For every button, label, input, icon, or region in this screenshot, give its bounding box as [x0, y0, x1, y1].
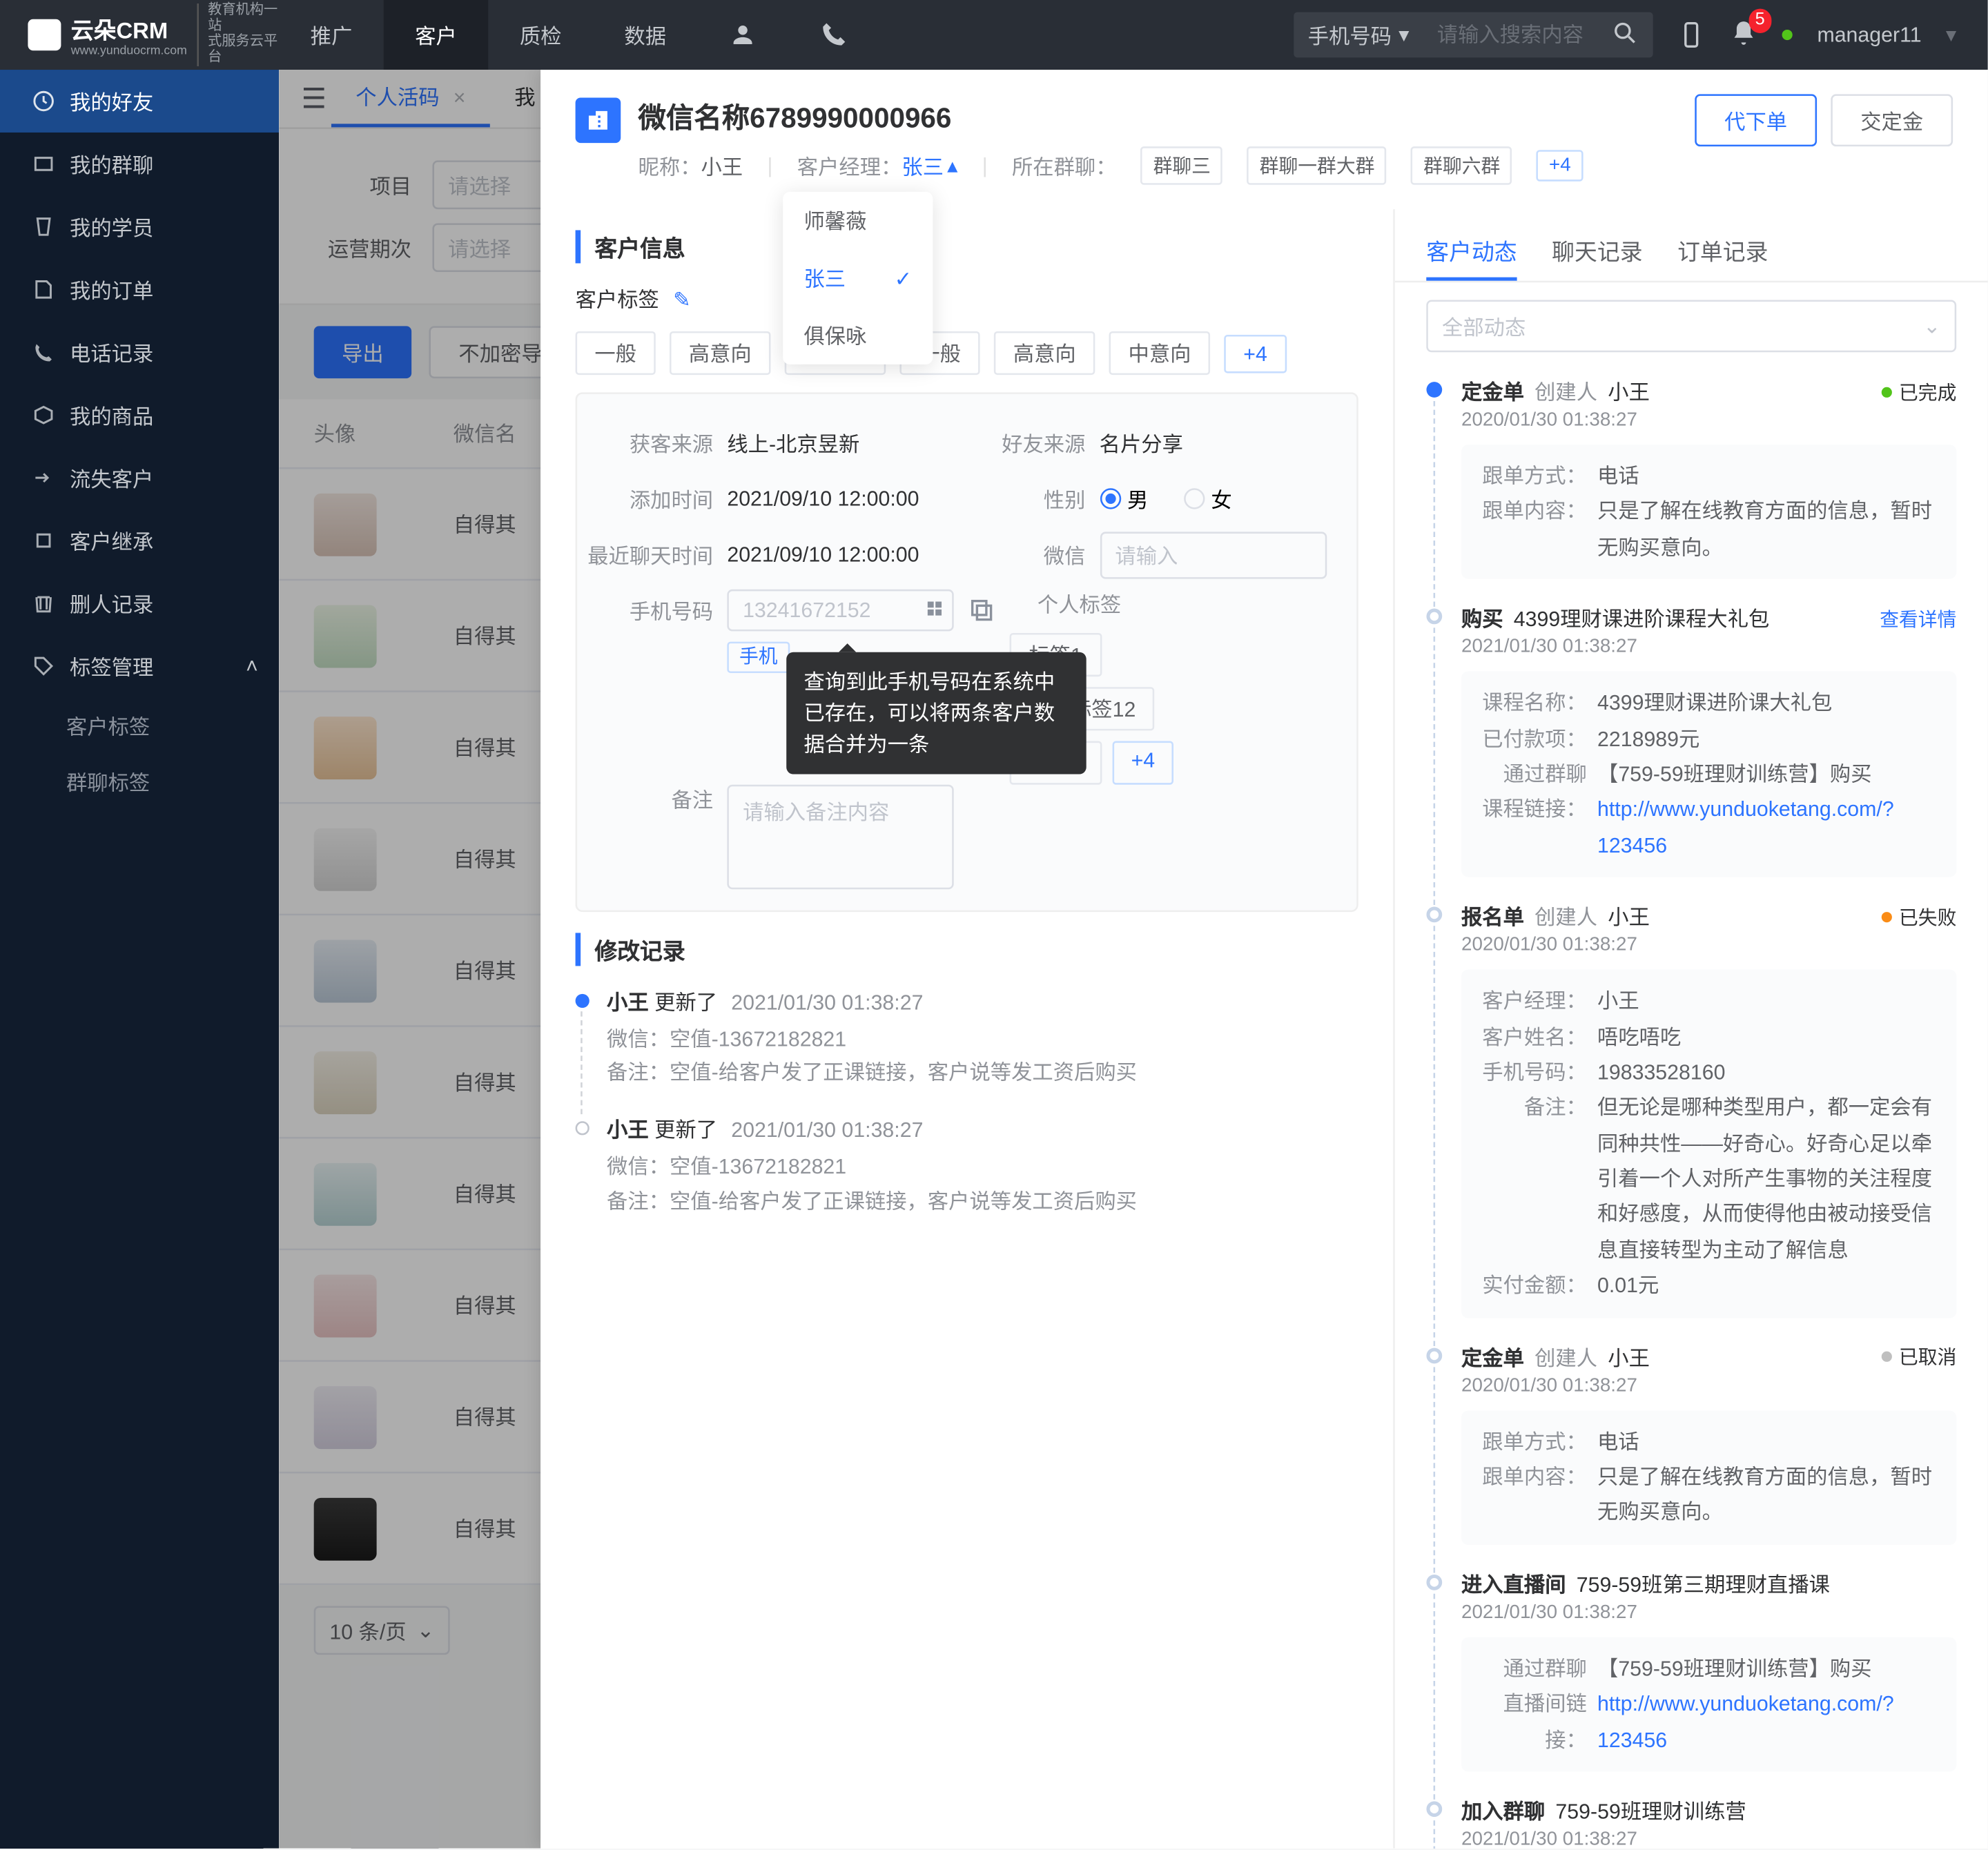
- activity-card: 通过群聊【759-59班理财训练营】购买直播间链接：http://www.yun…: [1461, 1637, 1956, 1771]
- side-products[interactable]: 我的商品: [0, 384, 279, 447]
- section-edit-log: 修改记录: [576, 933, 1358, 966]
- nav-user-icon[interactable]: [698, 0, 788, 70]
- timeline-item: 定金单 创建人小王已完成2020/01/30 01:38:27跟单方式：电话跟单…: [1426, 377, 1956, 579]
- side-orders[interactable]: 我的订单: [0, 258, 279, 321]
- wechat-input[interactable]: 请输入: [1100, 531, 1326, 578]
- gender-female[interactable]: 女: [1183, 484, 1232, 514]
- user-name[interactable]: manager11: [1817, 23, 1921, 47]
- timeline-item: 进入直播间 759-59班第三期理财直播课2021/01/30 01:38:27…: [1426, 1569, 1956, 1771]
- manager-dropdown: 师馨薇 张三✓ 俱保咏: [783, 192, 933, 364]
- rtab-activity[interactable]: 客户动态: [1426, 223, 1517, 280]
- group-tag-more[interactable]: +4: [1537, 150, 1583, 181]
- notification-bell[interactable]: 5: [1730, 19, 1757, 52]
- search-button[interactable]: [1597, 19, 1653, 52]
- customer-tag[interactable]: 高意向: [670, 331, 771, 375]
- side-students[interactable]: 我的学员: [0, 195, 279, 258]
- link[interactable]: http://www.yunduoketang.com/?123456: [1597, 1692, 1894, 1752]
- device-icon[interactable]: [1677, 21, 1705, 48]
- side-inherit[interactable]: 客户继承: [0, 509, 279, 572]
- activity-card: 客户经理：小王客户姓名：唔吃唔吃手机号码：19833528160备注：但无论是哪…: [1461, 970, 1956, 1318]
- manager-dropdown-trigger[interactable]: 张三 ▴: [902, 150, 957, 180]
- nav-promo[interactable]: 推广: [279, 0, 384, 70]
- rtab-orders[interactable]: 订单记录: [1677, 223, 1768, 280]
- phone-input[interactable]: 13241672152: [727, 590, 953, 632]
- side-calls[interactable]: 电话记录: [0, 321, 279, 384]
- activity-card: 跟单方式：电话跟单内容：只是了解在线教育方面的信息，暂时无购买意向。: [1461, 1410, 1956, 1545]
- edit-log-item: 小王 更新了2021/01/30 01:38:27微信：空值-136721828…: [576, 1115, 1358, 1218]
- nav-phone-icon[interactable]: [788, 0, 879, 70]
- customer-tags-label: 客户标签: [576, 284, 659, 314]
- side-friends[interactable]: 我的好友: [0, 70, 279, 133]
- group-tag[interactable]: 群聊三: [1141, 146, 1223, 185]
- side-group-tags[interactable]: 群聊标签: [0, 753, 279, 809]
- side-delete-log[interactable]: 删人记录: [0, 572, 279, 635]
- edit-tags-icon[interactable]: ✎: [673, 287, 690, 311]
- search-type-select[interactable]: 手机号码▾: [1294, 20, 1423, 50]
- brand-name: 云朵CRM: [71, 12, 187, 46]
- timeline-item: 定金单 创建人小王已取消2020/01/30 01:38:27跟单方式：电话跟单…: [1426, 1342, 1956, 1544]
- side-lost[interactable]: 流失客户: [0, 447, 279, 509]
- group-tag[interactable]: 群聊一群大群: [1247, 146, 1387, 185]
- manager-option[interactable]: 张三✓: [783, 249, 933, 306]
- nav-customer[interactable]: 客户: [384, 0, 489, 70]
- status-dot: [1782, 30, 1793, 40]
- edit-log-item: 小王 更新了2021/01/30 01:38:27微信：空值-136721828…: [576, 987, 1358, 1091]
- user-caret-icon[interactable]: ▾: [1946, 23, 1956, 47]
- search-group: 手机号码▾: [1294, 12, 1653, 58]
- customer-tag[interactable]: 中意向: [1109, 331, 1211, 375]
- timeline-item: 加入群聊 759-59班理财训练营2021/01/30 01:38:27入群方式…: [1426, 1796, 1956, 1849]
- topnav: 推广 客户 质检 数据: [279, 0, 879, 70]
- link[interactable]: http://www.yunduoketang.com/?123456: [1597, 797, 1894, 857]
- activity-filter-select[interactable]: 全部动态⌄: [1426, 300, 1956, 352]
- rtab-chat[interactable]: 聊天记录: [1552, 223, 1642, 280]
- side-customer-tags[interactable]: 客户标签: [0, 697, 279, 753]
- logo: 云朵CRM www.yunduocrm.com 教育机构一站式服务云平台: [0, 4, 279, 66]
- nav-qc[interactable]: 质检: [488, 0, 593, 70]
- notif-count: 5: [1748, 8, 1772, 32]
- timeline-item: 购买 4399理财课进阶课程大礼包查看详情2021/01/30 01:38:27…: [1426, 603, 1956, 877]
- search-input[interactable]: [1423, 23, 1598, 47]
- chevron-up-icon: ˄: [246, 654, 258, 678]
- sidebar: 我的好友 我的群聊 我的学员 我的订单 电话记录 我的商品 流失客户 客户继承 …: [0, 70, 279, 1849]
- customer-icon: [576, 97, 621, 143]
- view-detail-link[interactable]: 查看详情: [1880, 605, 1956, 632]
- deposit-button[interactable]: 交定金: [1831, 94, 1953, 146]
- check-icon: ✓: [895, 266, 912, 290]
- nav-data[interactable]: 数据: [593, 0, 698, 70]
- customer-drawer: 微信名称6789990000966 昵称：小王 | 客户经理：张三 ▴ | 所在…: [540, 70, 1988, 1849]
- cloud-icon: [28, 19, 60, 50]
- timeline-item: 报名单 创建人小王已失败2020/01/30 01:38:27客户经理：小王客户…: [1426, 902, 1956, 1317]
- copy-icon[interactable]: [968, 596, 995, 624]
- manager-option[interactable]: 师馨薇: [783, 192, 933, 249]
- side-tags[interactable]: 标签管理˄: [0, 634, 279, 697]
- remark-input[interactable]: 请输入备注内容: [727, 785, 953, 890]
- activity-card: 跟单方式：电话跟单内容：只是了解在线教育方面的信息，暂时无购买意向。: [1461, 445, 1956, 579]
- activity-card: 课程名称：4399理财课进阶课大礼包已付款项：2218989元通过群聊【759-…: [1461, 672, 1956, 877]
- manager-option[interactable]: 俱保咏: [783, 307, 933, 364]
- gender-male[interactable]: 男: [1100, 484, 1149, 514]
- proxy-order-button[interactable]: 代下单: [1695, 94, 1817, 146]
- customer-tag-more[interactable]: +4: [1224, 334, 1286, 373]
- drawer-title: 微信名称6789990000966: [639, 94, 1677, 136]
- brand-sub: 教育机构一站式服务云平台: [197, 4, 279, 66]
- caret-up-icon: ▴: [947, 153, 957, 177]
- group-tag[interactable]: 群聊六群: [1411, 146, 1512, 185]
- grid-icon[interactable]: [924, 598, 945, 619]
- customer-tag[interactable]: 一般: [576, 331, 656, 375]
- topbar: 云朵CRM www.yunduocrm.com 教育机构一站式服务云平台 推广 …: [0, 0, 1988, 70]
- brand-url: www.yunduocrm.com: [71, 46, 187, 58]
- phone-exists-tooltip: 查询到此手机号码在系统中已存在，可以将两条客户数据合并为一条: [786, 652, 1086, 775]
- section-customer-info: 客户信息: [576, 230, 1358, 263]
- side-groups[interactable]: 我的群聊: [0, 133, 279, 195]
- customer-tag[interactable]: 高意向: [994, 331, 1095, 375]
- phone-tag[interactable]: 手机: [727, 642, 790, 673]
